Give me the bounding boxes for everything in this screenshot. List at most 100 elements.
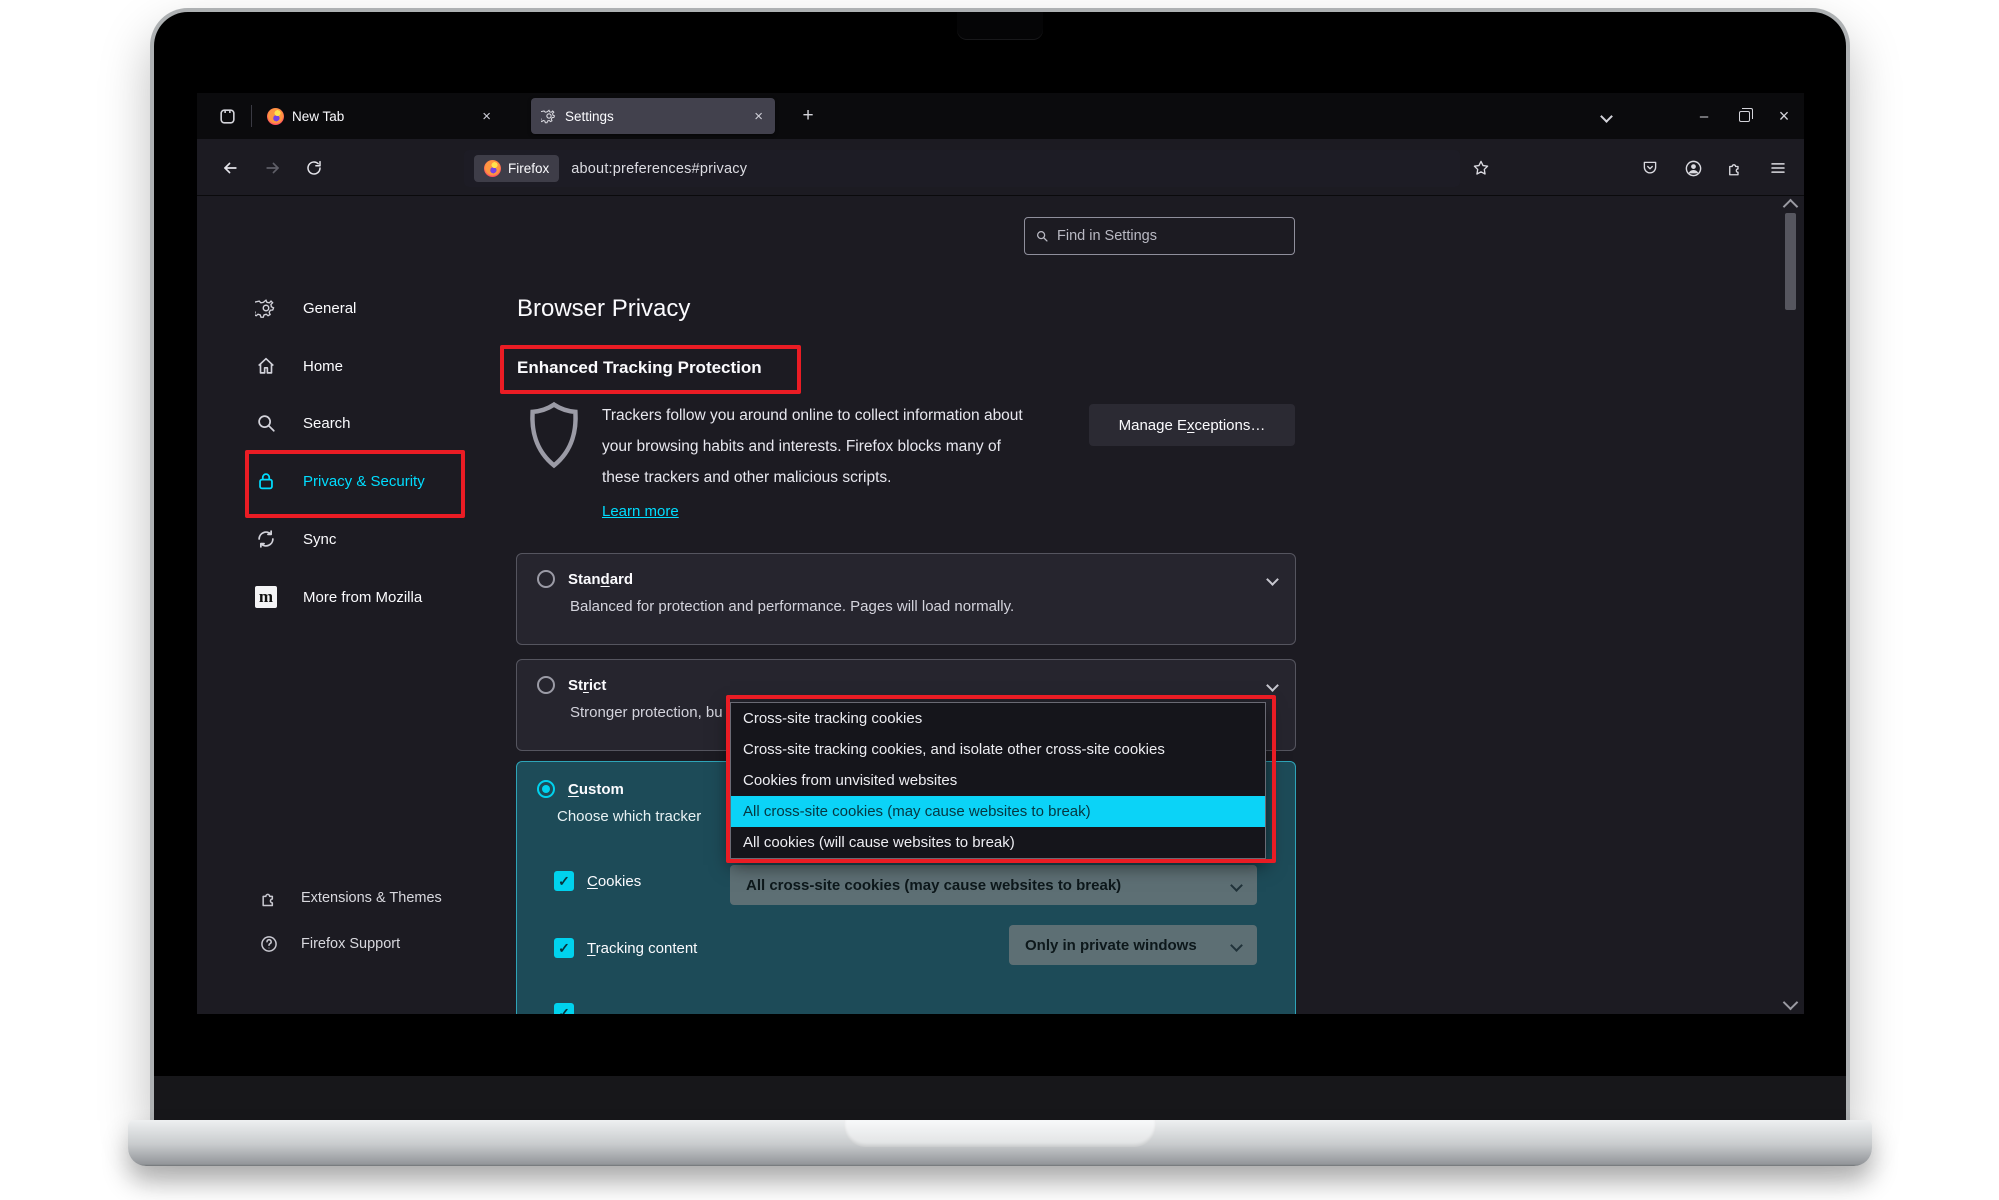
sidebar-label: General xyxy=(303,300,356,317)
cookies-checkbox[interactable]: ✓ xyxy=(554,871,574,891)
bookmark-star-icon[interactable] xyxy=(1465,153,1497,183)
gear-icon xyxy=(541,108,557,124)
cookies-label: Cookies xyxy=(587,873,641,890)
shield-icon xyxy=(527,399,581,471)
sidebar-label: Firefox Support xyxy=(301,936,400,952)
etp-heading: Enhanced Tracking Protection xyxy=(517,358,762,378)
chevron-down-icon xyxy=(1230,939,1243,952)
standard-description: Balanced for protection and performance.… xyxy=(517,588,1295,615)
tracking-content-select[interactable]: Only in private windows xyxy=(1009,925,1257,965)
find-in-settings[interactable] xyxy=(1024,217,1295,255)
laptop-base-notch xyxy=(844,1120,1156,1147)
tracking-content-checkbox[interactable]: ✓ xyxy=(554,938,574,958)
minimize-button[interactable]: – xyxy=(1684,93,1724,139)
sidebar-label: Privacy & Security xyxy=(303,473,425,490)
page-title: Browser Privacy xyxy=(517,295,690,323)
scrollbar[interactable] xyxy=(1783,197,1799,1014)
cookies-select-value: All cross-site cookies (may cause websit… xyxy=(746,877,1121,894)
find-in-settings-input[interactable] xyxy=(1057,228,1284,244)
radio-strict[interactable] xyxy=(537,676,555,694)
sync-icon xyxy=(255,528,277,550)
forward-icon[interactable] xyxy=(256,153,290,183)
question-circle-icon xyxy=(259,934,279,954)
account-icon[interactable] xyxy=(1677,153,1709,183)
sidebar-item-extensions-themes[interactable]: Extensions & Themes xyxy=(259,878,489,918)
chevron-down-icon[interactable] xyxy=(1266,679,1279,692)
tracking-content-label: Tracking content xyxy=(587,940,697,957)
tab-settings[interactable]: Settings × xyxy=(531,98,775,134)
chevron-down-icon xyxy=(1230,879,1243,892)
gear-icon xyxy=(255,297,277,319)
pocket-icon[interactable] xyxy=(1634,153,1666,183)
mozilla-icon: m xyxy=(255,586,277,608)
bezel-bottom xyxy=(154,1076,1846,1120)
radio-standard[interactable] xyxy=(537,570,555,588)
laptop-screen: New Tab × Settings × + xyxy=(150,8,1850,1120)
url-text: about:preferences#privacy xyxy=(571,161,747,177)
menu-hamburger-icon[interactable] xyxy=(1762,153,1794,183)
option-standard[interactable]: Standard Balanced for protection and per… xyxy=(516,553,1296,645)
learn-more-link[interactable]: Learn more xyxy=(602,503,679,520)
sidebar-item-general[interactable]: General xyxy=(255,285,485,331)
sidebar-item-more-from-mozilla[interactable]: m More from Mozilla xyxy=(255,574,485,620)
standard-label: Standard xyxy=(568,571,633,588)
list-all-tabs-icon[interactable] xyxy=(1586,93,1626,139)
chevron-down-icon[interactable] xyxy=(1266,573,1279,586)
firefox-logo-icon xyxy=(484,160,501,177)
scroll-up-icon[interactable] xyxy=(1783,199,1799,215)
home-icon xyxy=(255,355,277,377)
tracking-content-row: ✓ Tracking content xyxy=(554,938,697,958)
sidebar-label: Sync xyxy=(303,531,336,548)
sidebar-item-sync[interactable]: Sync xyxy=(255,516,485,562)
puzzle-icon xyxy=(259,888,279,908)
search-icon xyxy=(1035,229,1049,243)
tab-bar: New Tab × Settings × + xyxy=(197,93,1804,139)
restore-button[interactable] xyxy=(1724,93,1764,139)
tab-close-icon[interactable]: × xyxy=(480,108,493,125)
lock-icon xyxy=(255,470,277,492)
close-button[interactable]: × xyxy=(1764,93,1804,139)
tab-title: Settings xyxy=(565,109,744,124)
laptop-mockup: New Tab × Settings × + xyxy=(0,0,1999,1200)
sidebar-item-privacy-security[interactable]: Privacy & Security xyxy=(255,458,485,504)
partial-row: ✓ xyxy=(554,1003,574,1014)
dropdown-option-selected[interactable]: All cross-site cookies (may cause websit… xyxy=(731,796,1265,827)
scroll-down-icon[interactable] xyxy=(1783,995,1799,1011)
sidebar-label: More from Mozilla xyxy=(303,589,422,606)
tracking-select-value: Only in private windows xyxy=(1025,937,1197,954)
cookies-select[interactable]: All cross-site cookies (may cause websit… xyxy=(730,865,1257,905)
sidebar-item-firefox-support[interactable]: Firefox Support xyxy=(259,924,489,964)
radio-custom[interactable] xyxy=(537,780,555,798)
settings-page: General Home Search xyxy=(197,197,1804,1014)
etp-description: Trackers follow you around online to col… xyxy=(602,400,1040,493)
scrollbar-thumb[interactable] xyxy=(1785,213,1796,310)
cookies-dropdown-popup: Cross-site tracking cookies Cross-site t… xyxy=(730,702,1266,859)
tab-close-icon[interactable]: × xyxy=(752,108,765,125)
identity-chip[interactable]: Firefox xyxy=(474,155,559,182)
back-icon[interactable] xyxy=(213,153,247,183)
reload-icon[interactable] xyxy=(297,153,331,183)
partial-checkbox[interactable]: ✓ xyxy=(554,1003,574,1014)
search-icon xyxy=(255,412,277,434)
laptop-base xyxy=(128,1120,1872,1166)
window-controls: – × xyxy=(1586,93,1804,139)
dropdown-option[interactable]: Cross-site tracking cookies, and isolate… xyxy=(731,734,1265,765)
manage-exceptions-button[interactable]: Manage Exceptions… xyxy=(1089,404,1295,446)
tab-new-tab[interactable]: New Tab × xyxy=(257,98,503,134)
sidebar-item-home[interactable]: Home xyxy=(255,343,485,389)
sidebar-label: Home xyxy=(303,358,343,375)
custom-label: Custom xyxy=(568,781,624,798)
tab-separator xyxy=(251,105,252,127)
dropdown-option[interactable]: Cookies from unvisited websites xyxy=(731,765,1265,796)
sidebar-item-search[interactable]: Search xyxy=(255,400,485,446)
extensions-puzzle-icon[interactable] xyxy=(1719,153,1751,183)
cookies-row: ✓ Cookies xyxy=(554,871,641,891)
firefox-window: New Tab × Settings × + xyxy=(197,93,1804,1014)
strict-label: Strict xyxy=(568,677,606,694)
firefox-logo-icon xyxy=(267,108,284,125)
dropdown-option[interactable]: All cookies (will cause websites to brea… xyxy=(731,827,1265,858)
firefox-view-icon[interactable] xyxy=(215,104,239,128)
dropdown-option[interactable]: Cross-site tracking cookies xyxy=(731,703,1265,734)
new-tab-button[interactable]: + xyxy=(795,103,821,129)
url-bar[interactable]: Firefox about:preferences#privacy xyxy=(464,150,1460,187)
